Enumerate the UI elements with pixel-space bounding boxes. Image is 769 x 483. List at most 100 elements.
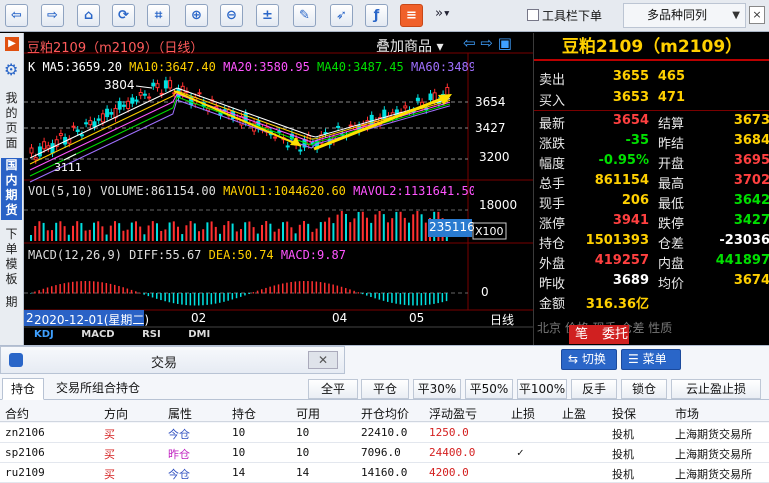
nav-tab-more[interactable]: 期 (1, 295, 22, 315)
chart-next-icon[interactable]: ⇨ (480, 34, 497, 52)
entrust-tab[interactable]: 委托 (602, 327, 628, 342)
toolbar-order-checkbox[interactable] (527, 9, 539, 21)
collapse-arrow-icon[interactable]: ▶ (5, 37, 19, 51)
macd-bar (286, 282, 288, 294)
ma10-label: MA10:3647.40 (129, 60, 216, 74)
kline-chart[interactable]: 豆粕2109（m2109）（日线） 叠加商品 ▾ ⇦ ⇨ ▣ K MA5:365… (24, 33, 533, 345)
volume-bar (387, 222, 389, 241)
crop-icon[interactable]: ⌗ (147, 4, 170, 27)
volume-bar (177, 226, 179, 241)
indicator-dmi[interactable]: DMI (188, 329, 210, 340)
close-50-button[interactable]: 平50% (465, 379, 513, 399)
refresh-icon[interactable]: ⟳ (112, 4, 135, 27)
col-open-avg[interactable]: 开仓均价 (361, 405, 409, 422)
volume-bar (223, 225, 226, 241)
col-contract[interactable]: 合约 (5, 405, 29, 422)
macd-bar (80, 281, 82, 294)
trend-line-up[interactable] (313, 94, 450, 151)
col-stop-loss[interactable]: 止损 (511, 405, 535, 422)
back-icon[interactable]: ⇦ (5, 4, 28, 27)
table-cell: 投机 (612, 448, 634, 461)
multi-variety-select[interactable]: 多品种同列 ▼ (623, 3, 746, 28)
macd-bar (416, 293, 418, 306)
chart-prev-icon[interactable]: ⇦ (463, 34, 480, 52)
more-chevron-icon[interactable]: »▾ (435, 6, 451, 21)
macd-bar (357, 292, 360, 294)
tab-positions[interactable]: 持仓 (2, 378, 44, 400)
tab-exchange-combo[interactable]: 交易所组合持仓 (48, 378, 148, 400)
forward-icon[interactable]: ⇨ (41, 4, 64, 27)
candle-body (58, 133, 63, 136)
lock-position-button[interactable]: 锁仓 (621, 379, 667, 399)
chart-window-icon[interactable]: ▣ (498, 34, 512, 52)
close-100-button[interactable]: 平100% (517, 379, 567, 399)
overlay-commodity-dropdown[interactable]: 叠加商品 ▾ (376, 36, 443, 56)
zoom-out-icon[interactable]: ⊖ (220, 4, 243, 27)
table-row[interactable]: ru2109 买 今仓 14 14 14160.0 4200.0 投机 上海期货交易所 (0, 463, 769, 483)
ask-label: 卖出 (539, 73, 566, 88)
col-float-pnl[interactable]: 浮动盈亏 (429, 405, 477, 422)
candle-body (168, 80, 173, 89)
switch-button[interactable]: ⇆ 切换 (561, 349, 617, 370)
positions-table-header: 合约 方向 属性 持仓 可用 开仓均价 浮动盈亏 止损 止盈 投保 市场 (0, 402, 769, 422)
volume-bar (265, 221, 268, 241)
volume-bar (269, 223, 272, 241)
nav-tab-domestic-futures[interactable]: 国内期货 (1, 158, 22, 220)
reverse-button[interactable]: 反手 (571, 379, 617, 399)
volume-bar (227, 221, 230, 241)
pen-icon[interactable]: ✎ (293, 4, 316, 27)
trade-header: 交易 ✕ (0, 346, 345, 374)
macd-bar (177, 293, 179, 304)
bid-price[interactable]: 3653 (584, 90, 649, 105)
zoom-in-icon[interactable]: ⊕ (185, 4, 208, 27)
list-icon[interactable]: ≡ (400, 4, 423, 27)
table-row[interactable]: sp2106 买 昨仓 10 10 7096.0 24400.0 ✓ 投机 上海期货交易所 (0, 443, 769, 463)
cursor-icon[interactable]: ➶ (330, 4, 353, 27)
tick-by-tick-tab[interactable]: 笔 (575, 327, 588, 342)
indicator-kdj[interactable]: KDJ (34, 329, 54, 340)
table-cell: 买 (104, 468, 115, 481)
indicator-rsi[interactable]: RSI (142, 329, 161, 340)
volume-bar (147, 225, 150, 241)
macd-bar (214, 293, 217, 304)
volume-bar (126, 229, 129, 241)
candle-body (130, 97, 135, 104)
ask-price[interactable]: 3655 (584, 69, 649, 84)
col-attribute[interactable]: 属性 (168, 405, 192, 422)
volume-bar (72, 225, 74, 241)
macd-bar (336, 285, 339, 294)
menu-button[interactable]: ☰ 菜单 (621, 349, 681, 370)
candle-body (42, 141, 47, 150)
col-available[interactable]: 可用 (296, 405, 320, 422)
close-30-button[interactable]: 平30% (413, 379, 461, 399)
calculator-icon[interactable]: ± (256, 4, 279, 27)
volume-bar (424, 222, 427, 241)
col-direction[interactable]: 方向 (104, 405, 128, 422)
trend-line-down[interactable] (173, 90, 302, 147)
close-icon[interactable]: × (749, 6, 765, 24)
nav-tab-order-template[interactable]: 下单模板 (1, 227, 22, 289)
col-market[interactable]: 市场 (675, 405, 699, 422)
indicator-macd[interactable]: MACD (81, 329, 114, 340)
col-position[interactable]: 持仓 (232, 405, 256, 422)
toolbar: ⇦ ⇨ ⌂ ⟳ ⌗ ⊕ ⊖ ± ✎ ➶ ƒ ≡ »▾ 工具栏下单 多品种同列 ▼ … (0, 0, 769, 32)
gear-icon[interactable]: ⚙ (4, 60, 18, 79)
trade-close-icon[interactable]: ✕ (308, 351, 338, 369)
cloud-stop-button[interactable]: 云止盈止损 (671, 379, 761, 399)
volume-bar (256, 233, 259, 241)
nav-tab-my-page[interactable]: 我的页面 (1, 91, 22, 151)
macd-bar (126, 288, 129, 294)
home-icon[interactable]: ⌂ (77, 4, 100, 27)
ma-lines (29, 87, 451, 183)
macd-bar (114, 284, 116, 294)
col-take-profit[interactable]: 止盈 (562, 405, 586, 422)
formula-icon[interactable]: ƒ (365, 4, 388, 27)
macd-bar (437, 293, 439, 304)
close-all-button[interactable]: 全平 (308, 379, 358, 399)
macd-bar (63, 283, 66, 294)
close-position-button[interactable]: 平仓 (361, 379, 409, 399)
table-row[interactable]: zn2106 买 今仓 10 10 22410.0 1250.0 投机 上海期货交易所 (0, 423, 769, 443)
col-hedge[interactable]: 投保 (612, 405, 636, 422)
table-cell: 买 (104, 428, 115, 441)
quote-label: 现手 (539, 197, 566, 212)
